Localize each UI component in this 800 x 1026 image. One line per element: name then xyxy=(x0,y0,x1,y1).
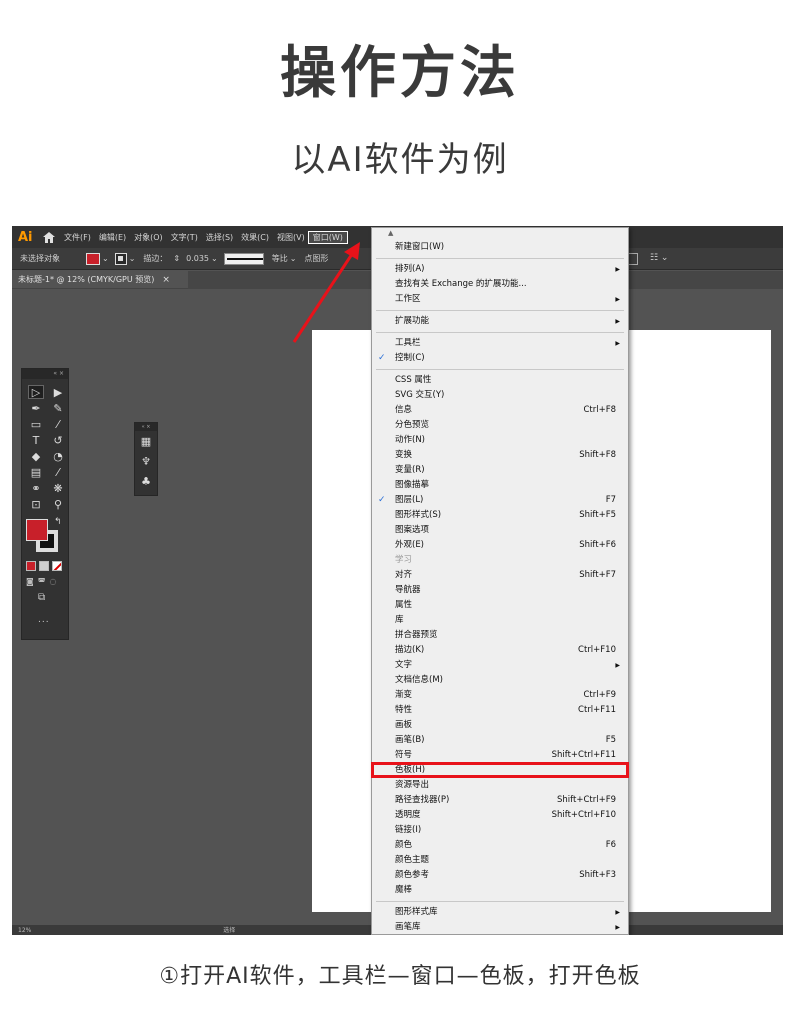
illustrator-screenshot: Ai 文件(F) 编辑(E) 对象(O) 文字(T) 选择(S) 效果(C) 视… xyxy=(12,226,783,935)
page-subheading: 以AI软件为例 xyxy=(291,140,509,180)
red-arrow-annotation xyxy=(292,242,360,343)
step-caption: ①打开AI软件，工具栏—窗口—色板，打开色板 xyxy=(159,964,641,989)
fill-color-box[interactable] xyxy=(26,519,48,541)
red-arrow-icon xyxy=(292,247,358,343)
red-arrow-head-icon xyxy=(344,242,360,260)
page-heading: 操作方法 xyxy=(280,41,520,106)
